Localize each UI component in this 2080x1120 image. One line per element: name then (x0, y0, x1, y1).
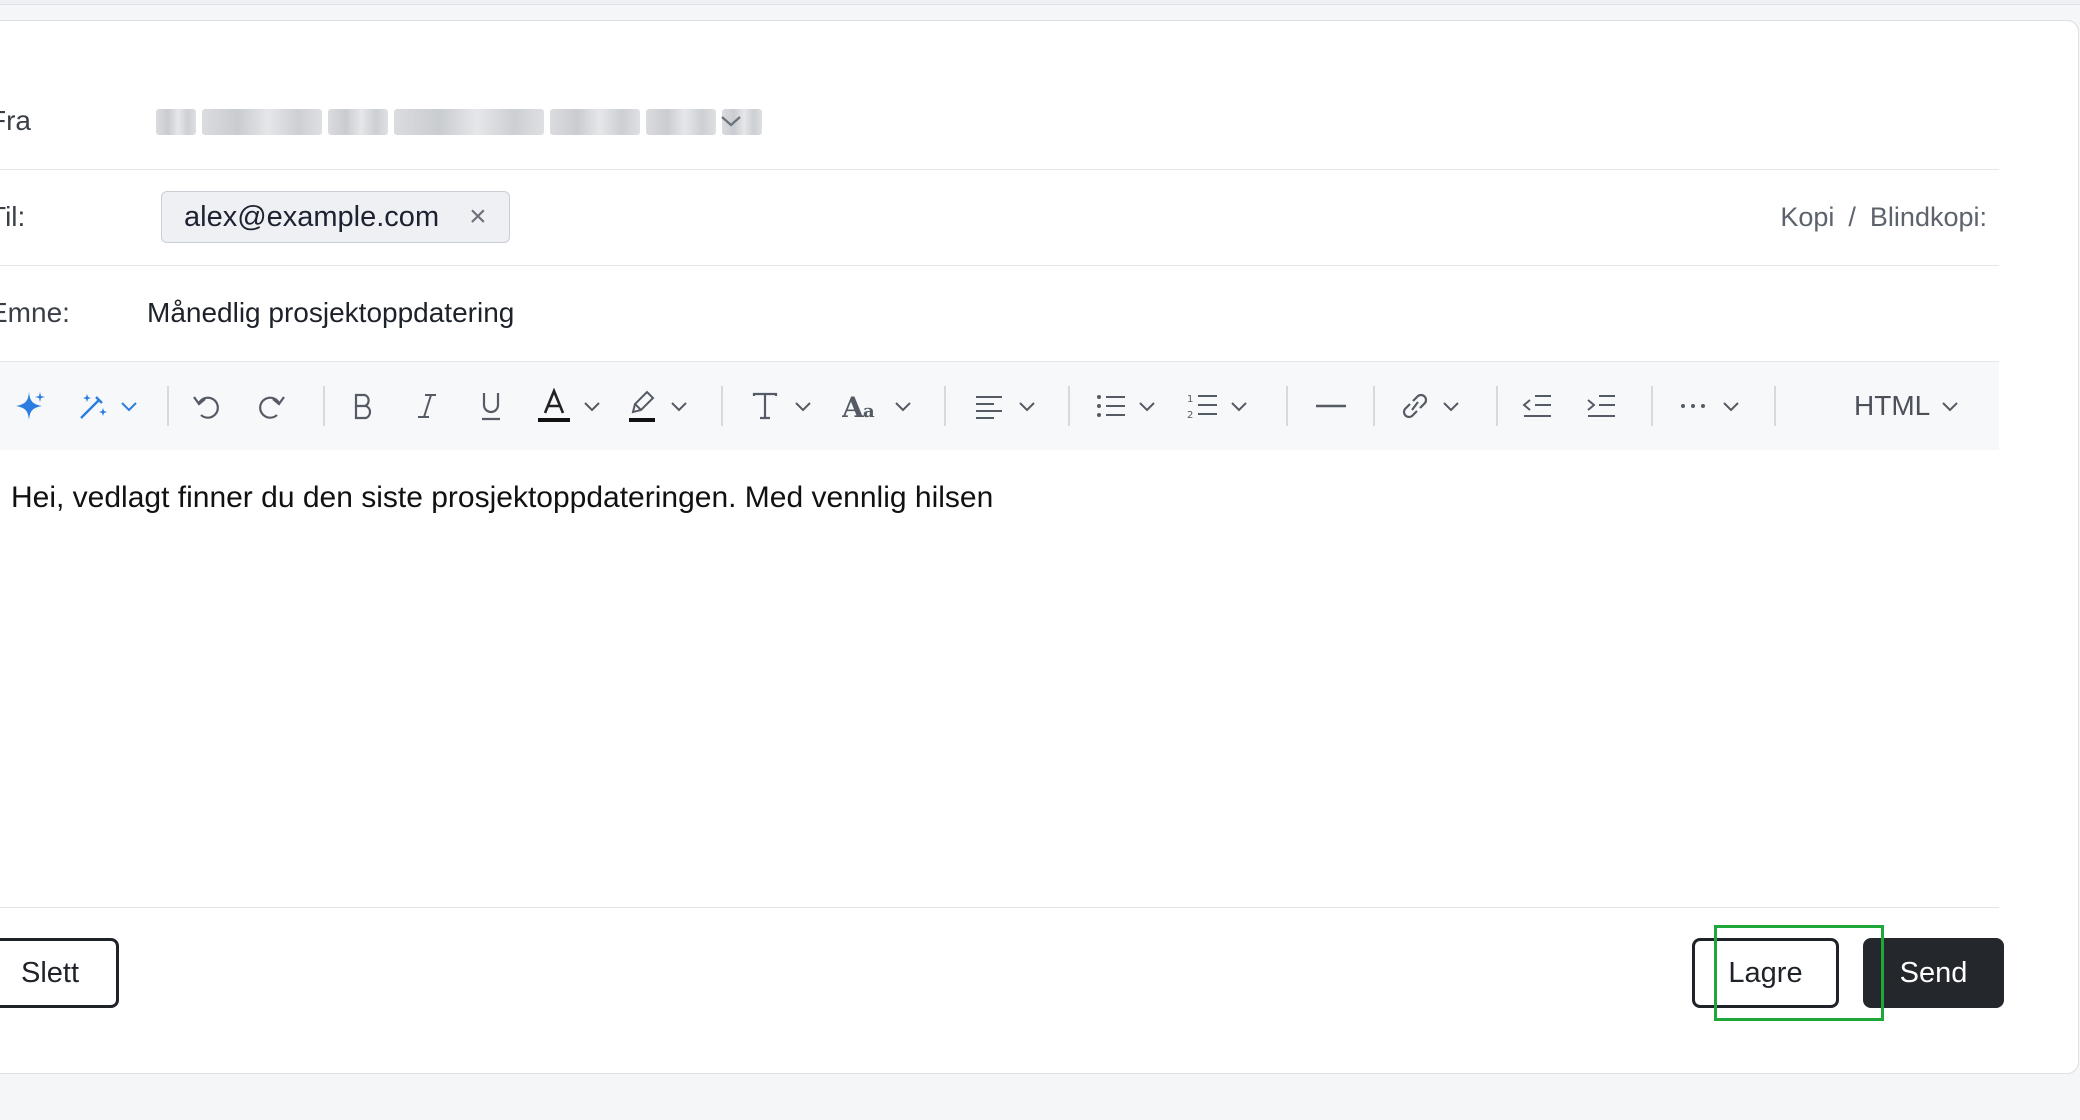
send-button[interactable]: Send (1863, 938, 2004, 1008)
indent-icon[interactable] (1581, 362, 1621, 450)
recipient-email: alex@example.com (184, 200, 440, 233)
recipient-chip[interactable]: alex@example.com × (161, 191, 510, 243)
text-style-icon[interactable] (745, 362, 785, 450)
toolbar-divider (167, 386, 169, 426)
horizontal-rule-icon[interactable] (1311, 362, 1351, 450)
more-icon[interactable] (1673, 362, 1713, 450)
chevron-down-icon[interactable] (578, 362, 606, 450)
font-size-icon[interactable]: Aa (839, 362, 885, 450)
bcc-link[interactable]: Blindkopi: (1870, 202, 1987, 232)
to-row: Til: alex@example.com × Kopi / Blindkopi: (0, 169, 1999, 266)
toolbar-divider (323, 386, 325, 426)
cc-link[interactable]: Kopi (1780, 202, 1834, 232)
remove-recipient-icon[interactable]: × (469, 202, 487, 232)
chevron-down-icon[interactable] (1013, 362, 1041, 450)
message-body[interactable]: Hei, vedlagt finner du den siste prosjek… (11, 481, 993, 515)
chevron-down-icon[interactable] (115, 362, 143, 450)
font-color-icon[interactable] (534, 362, 574, 450)
bold-icon[interactable] (343, 362, 383, 450)
svg-text:A: A (842, 391, 865, 421)
chevron-down-icon[interactable] (719, 111, 743, 131)
toolbar-divider (944, 386, 946, 426)
toolbar-divider (1068, 386, 1070, 426)
chevron-down-icon[interactable] (1437, 362, 1465, 450)
cc-bcc-links: Kopi / Blindkopi: (1780, 169, 1987, 265)
chevron-down-icon[interactable] (1225, 362, 1253, 450)
svg-text:2: 2 (1187, 410, 1193, 421)
toolbar-divider (1286, 386, 1288, 426)
chevron-down-icon (1942, 402, 1958, 412)
svg-text:a: a (863, 401, 875, 421)
compose-card: Fra Til: alex@example.com × Kopi / Blindko… (0, 20, 2079, 1074)
bullet-list-icon[interactable] (1091, 362, 1131, 450)
highlight-icon[interactable] (623, 362, 663, 450)
chevron-down-icon[interactable] (1717, 362, 1745, 450)
toolbar-divider (721, 386, 723, 426)
cc-separator: / (1848, 202, 1856, 232)
italic-icon[interactable] (407, 362, 447, 450)
chevron-down-icon[interactable] (889, 362, 917, 450)
undo-icon[interactable] (187, 362, 227, 450)
save-button[interactable]: Lagre (1692, 938, 1839, 1008)
toolbar-divider (1373, 386, 1375, 426)
chevron-down-icon[interactable] (1133, 362, 1161, 450)
delete-button[interactable]: Slett (0, 938, 119, 1008)
svg-text:1: 1 (1187, 394, 1193, 405)
magic-wand-icon[interactable] (73, 362, 113, 450)
footer-divider (0, 907, 1999, 908)
from-address-redacted[interactable] (156, 109, 762, 135)
to-label: Til: (0, 201, 26, 232)
subject-label: Emne: (0, 297, 70, 328)
chevron-down-icon[interactable] (789, 362, 817, 450)
toolbar-divider (1651, 386, 1653, 426)
redo-icon[interactable] (251, 362, 291, 450)
numbered-list-icon[interactable]: 12 (1183, 362, 1223, 450)
link-icon[interactable] (1395, 362, 1435, 450)
align-icon[interactable] (969, 362, 1009, 450)
underline-icon[interactable] (471, 362, 511, 450)
outdent-icon[interactable] (1517, 362, 1557, 450)
toolbar-divider (1774, 386, 1776, 426)
toolbar-divider (1496, 386, 1498, 426)
from-row: Fra (0, 73, 1999, 170)
from-label: Fra (0, 105, 31, 136)
top-strip (0, 0, 2080, 5)
html-mode-dropdown[interactable]: HTML (1854, 362, 1960, 450)
subject-row: Emne: Månedlig prosjektoppdatering (0, 265, 1999, 362)
chevron-down-icon[interactable] (665, 362, 693, 450)
subject-input[interactable]: Månedlig prosjektoppdatering (147, 265, 514, 361)
html-mode-label: HTML (1854, 390, 1931, 421)
editor-toolbar: Aa 12 HTML (0, 362, 1999, 450)
ai-sparkle-icon[interactable] (9, 362, 49, 450)
